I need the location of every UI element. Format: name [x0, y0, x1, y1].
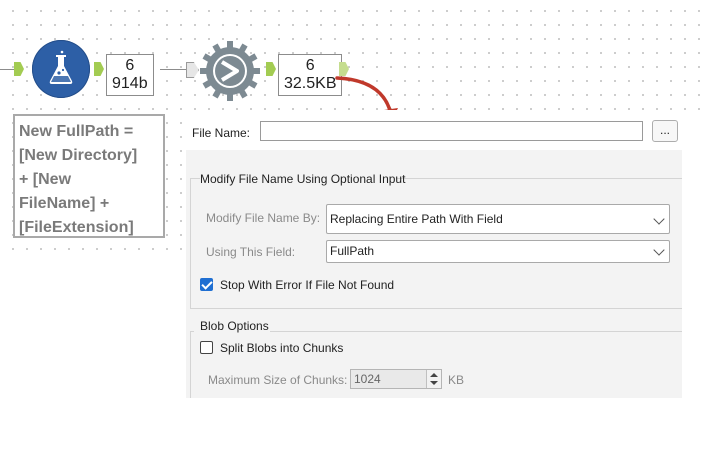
formula-tool[interactable] — [32, 40, 90, 98]
split-blobs-checkbox[interactable] — [200, 341, 213, 354]
group-border — [190, 178, 191, 308]
using-field-value: FullPath — [330, 244, 375, 258]
output-gear-icon — [200, 41, 260, 101]
max-chunk-spinner[interactable]: 1024 — [350, 369, 442, 389]
connection-line — [0, 69, 14, 70]
connection-line — [160, 69, 188, 70]
stop-error-label: Stop With Error If File Not Found — [220, 278, 395, 292]
record-count-badge: 6 32.5KB — [278, 54, 343, 96]
group-border — [270, 331, 682, 332]
chevron-down-icon — [653, 213, 665, 225]
modify-group-title: Modify File Name Using Optional Input — [200, 172, 406, 186]
browse-button[interactable]: ... — [652, 120, 678, 142]
group-border — [190, 331, 191, 398]
record-count: 6 — [305, 57, 315, 74]
record-count: 6 — [125, 57, 135, 74]
group-border — [396, 178, 682, 179]
max-chunk-value: 1024 — [354, 372, 381, 386]
file-name-input[interactable] — [260, 121, 643, 141]
data-size: 32.5KB — [284, 75, 337, 92]
max-chunk-unit: KB — [448, 373, 465, 387]
chevron-down-icon — [653, 244, 665, 256]
spinner-buttons[interactable] — [426, 370, 441, 388]
max-chunk-label: Maximum Size of Chunks: — [208, 373, 348, 387]
output-config-panel: File Name: ... Modify File Name Using Op… — [186, 112, 682, 398]
modify-by-select[interactable]: Replacing Entire Path With Field — [326, 204, 670, 234]
blob-group-title: Blob Options — [200, 319, 269, 333]
data-size: 914b — [112, 75, 148, 92]
output-data-tool[interactable] — [198, 40, 262, 102]
spin-up-icon[interactable] — [430, 373, 438, 377]
using-field-select[interactable]: FullPath — [326, 240, 670, 263]
file-name-row: File Name: ... — [186, 112, 682, 150]
file-name-label: File Name: — [192, 126, 251, 140]
spin-down-icon[interactable] — [430, 381, 438, 385]
group-border — [190, 308, 682, 309]
flask-icon — [49, 50, 73, 84]
split-blobs-label: Split Blobs into Chunks — [220, 341, 344, 355]
formula-annotation: New FullPath = [New Directory] + [New Fi… — [13, 114, 165, 238]
record-count-badge: 6 914b — [106, 54, 154, 96]
stop-error-checkbox[interactable] — [200, 278, 213, 291]
using-field-label: Using This Field: — [206, 245, 296, 259]
modify-by-label: Modify File Name By: — [206, 211, 321, 225]
modify-by-value: Replacing Entire Path With Field — [330, 212, 503, 226]
group-border — [190, 178, 200, 179]
